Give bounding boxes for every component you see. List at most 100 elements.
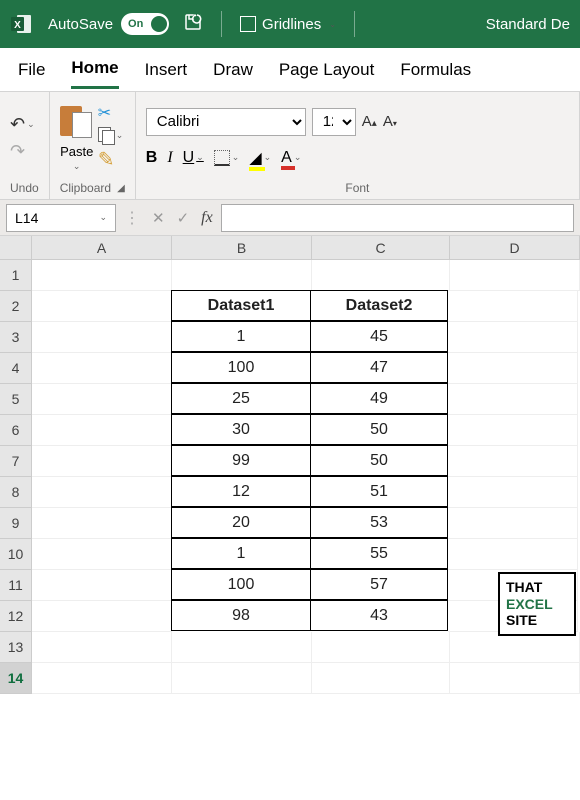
chevron-down-icon[interactable]: ⌄ [99,212,107,223]
cell[interactable] [312,632,450,663]
row-header[interactable]: 10 [0,539,32,570]
cell[interactable]: 1 [171,538,311,569]
row-header[interactable]: 3 [0,322,32,353]
cell[interactable] [450,632,580,663]
cells-area[interactable]: THAT EXCEL SITE Dataset1Dataset214510047… [32,260,580,694]
chevron-down-icon[interactable]: ⌄ [73,161,81,172]
cell[interactable] [172,663,312,694]
row-header[interactable]: 9 [0,508,32,539]
cell[interactable]: 12 [171,476,311,507]
cell[interactable] [448,384,578,415]
cell[interactable] [32,663,172,694]
chevron-down-icon[interactable]: ⌄ [264,152,272,163]
cell[interactable]: 98 [171,600,311,631]
row-header[interactable]: 6 [0,415,32,446]
tab-formulas[interactable]: Formulas [400,52,471,88]
toggle-switch[interactable]: On [121,13,169,35]
cell[interactable]: 25 [171,383,311,414]
name-box[interactable]: L14 ⌄ [6,204,116,232]
cut-button[interactable]: ✂ [98,103,124,123]
format-painter-button[interactable]: ✎ [98,147,124,172]
cell[interactable]: 50 [310,445,448,476]
redo-button[interactable]: ↷ [10,141,35,162]
cell[interactable]: Dataset1 [171,290,311,321]
chevron-down-icon[interactable]: ⌄ [196,152,204,163]
font-size-select[interactable]: 12 [312,108,356,136]
cell[interactable]: Dataset2 [310,290,448,321]
tab-draw[interactable]: Draw [213,52,253,88]
cell[interactable]: 45 [310,321,448,352]
gridlines-checkbox[interactable]: Gridlines ⌄ [240,16,336,33]
cell[interactable] [448,291,578,322]
cell[interactable] [450,663,580,694]
cell[interactable] [448,539,578,570]
cell[interactable]: 100 [171,352,311,383]
cell[interactable]: 1 [171,321,311,352]
font-name-select[interactable]: Calibri [146,108,306,136]
increase-font-button[interactable]: A▴ [362,113,377,130]
row-header[interactable]: 11 [0,570,32,601]
chevron-down-icon[interactable]: ⌄ [116,130,124,141]
row-header[interactable]: 4 [0,353,32,384]
cell[interactable]: 51 [310,476,448,507]
cell[interactable] [32,291,172,322]
cell[interactable]: 47 [310,352,448,383]
select-all-corner[interactable] [0,236,32,260]
cell[interactable]: 55 [310,538,448,569]
row-header[interactable]: 1 [0,260,32,291]
cell[interactable]: 43 [310,600,448,631]
tab-file[interactable]: File [18,52,45,88]
cell[interactable]: 49 [310,383,448,414]
borders-button[interactable]: ⌄ [214,150,240,166]
cell[interactable] [448,446,578,477]
enter-button[interactable]: ✓ [173,209,194,227]
save-icon[interactable] [183,12,203,36]
row-header[interactable]: 12 [0,601,32,632]
cell[interactable]: 20 [171,507,311,538]
cell[interactable] [32,260,172,291]
font-color-button[interactable]: A⌄ [281,149,301,167]
cell[interactable] [32,508,172,539]
underline-button[interactable]: U⌄ [183,149,204,167]
bold-button[interactable]: B [146,149,158,167]
cell[interactable]: 53 [310,507,448,538]
cell[interactable]: 100 [171,569,311,600]
italic-button[interactable]: I [167,149,172,167]
chevron-down-icon[interactable]: ⌄ [294,152,302,163]
row-header[interactable]: 14 [0,663,32,694]
tab-insert[interactable]: Insert [145,52,188,88]
chevron-down-icon[interactable]: ⌄ [27,119,35,130]
decrease-font-button[interactable]: A▾ [383,113,397,130]
column-header[interactable]: C [312,236,450,260]
cancel-button[interactable]: ✕ [148,209,169,227]
cell[interactable] [172,260,312,291]
fx-button[interactable]: fx [197,209,217,227]
cell[interactable] [448,508,578,539]
cell[interactable] [448,477,578,508]
row-header[interactable]: 7 [0,446,32,477]
tab-page-layout[interactable]: Page Layout [279,52,374,88]
cell[interactable] [32,539,172,570]
cell[interactable] [448,353,578,384]
autosave-toggle[interactable]: AutoSave On [48,13,169,35]
cell[interactable]: 57 [310,569,448,600]
cell[interactable] [32,570,172,601]
cell[interactable] [32,477,172,508]
dialog-launcher-icon[interactable]: ◢ [117,183,125,194]
cell[interactable] [448,415,578,446]
cell[interactable]: 30 [171,414,311,445]
formula-input[interactable] [221,204,574,232]
cell[interactable] [32,601,172,632]
fill-color-button[interactable]: ◢⌄ [249,148,271,168]
copy-button[interactable]: ⌄ [98,127,124,143]
cell[interactable] [32,415,172,446]
cell[interactable] [32,446,172,477]
cell[interactable] [172,632,312,663]
row-header[interactable]: 13 [0,632,32,663]
cell[interactable]: 99 [171,445,311,476]
cell[interactable] [32,632,172,663]
chevron-down-icon[interactable]: ⌄ [232,152,240,163]
cell[interactable]: 50 [310,414,448,445]
row-header[interactable]: 5 [0,384,32,415]
cell[interactable] [448,322,578,353]
